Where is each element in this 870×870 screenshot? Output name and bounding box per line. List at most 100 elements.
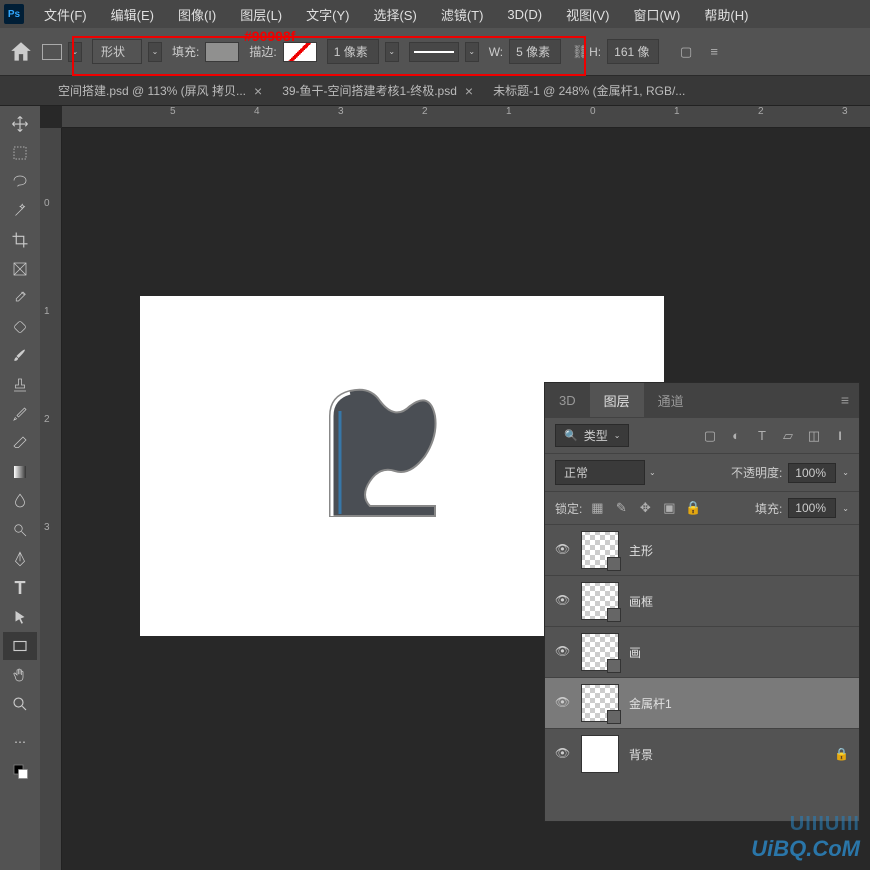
layer-filter-row: 🔍 类型 ⌄ ▢ ◐ T ▱ ◫ ⏽ bbox=[545, 417, 859, 453]
lock-paint-icon[interactable]: ✎ bbox=[612, 499, 630, 517]
zoom-tool[interactable] bbox=[3, 690, 37, 718]
layer-thumbnail[interactable] bbox=[581, 531, 619, 569]
doc-tab-2-label: 39-鱼干-空间搭建考核1-终极.psd bbox=[282, 82, 457, 99]
layer-name[interactable]: 画框 bbox=[629, 593, 653, 610]
ruler-vertical[interactable]: 0 1 2 3 bbox=[40, 128, 62, 870]
menu-edit[interactable]: 编辑(E) bbox=[99, 5, 166, 24]
hand-tool[interactable] bbox=[3, 661, 37, 689]
edit-toolbar[interactable]: ⋯ bbox=[3, 728, 37, 756]
layer-thumbnail[interactable] bbox=[581, 735, 619, 773]
lock-icon: 🔒 bbox=[834, 747, 849, 761]
blur-tool[interactable] bbox=[3, 487, 37, 515]
layer-name[interactable]: 背景 bbox=[629, 746, 653, 763]
visibility-icon[interactable]: 👁 bbox=[555, 746, 571, 762]
lock-artboard-icon[interactable]: ▣ bbox=[660, 499, 678, 517]
panel-menu-icon[interactable]: ≡ bbox=[841, 392, 849, 408]
annotation-label: #90908f bbox=[244, 28, 295, 44]
menu-3d[interactable]: 3D(D) bbox=[495, 7, 554, 22]
menu-type[interactable]: 文字(Y) bbox=[294, 5, 361, 24]
menu-image[interactable]: 图像(I) bbox=[166, 5, 228, 24]
type-tool[interactable]: T bbox=[3, 574, 37, 602]
visibility-icon[interactable]: 👁 bbox=[555, 542, 571, 558]
filter-shape-icon[interactable]: ▱ bbox=[779, 427, 797, 445]
layer-item-selected[interactable]: 👁 金属杆1 bbox=[545, 677, 859, 728]
frame-tool[interactable] bbox=[3, 255, 37, 283]
home-icon[interactable] bbox=[8, 39, 34, 65]
layer-name[interactable]: 画 bbox=[629, 644, 641, 661]
doc-tab-1[interactable]: 空间搭建.psd @ 113% (屏风 拷贝... × bbox=[48, 76, 272, 105]
doc-tab-2[interactable]: 39-鱼干-空间搭建考核1-终极.psd × bbox=[272, 76, 483, 105]
layer-name[interactable]: 金属杆1 bbox=[629, 695, 672, 712]
filter-type-icon[interactable]: T bbox=[753, 427, 771, 445]
shape-preview-icon[interactable] bbox=[42, 44, 62, 60]
doc-tab-3-label: 未标题-1 @ 248% (金属杆1, RGB/... bbox=[493, 82, 685, 99]
eyedropper-tool[interactable] bbox=[3, 284, 37, 312]
visibility-icon[interactable]: 👁 bbox=[555, 644, 571, 660]
annotation-box bbox=[72, 36, 586, 76]
lock-label: 锁定: bbox=[555, 500, 582, 517]
panel-tab-3d[interactable]: 3D bbox=[545, 383, 590, 417]
blend-mode-select[interactable]: 正常 bbox=[555, 460, 645, 485]
layers-panel: 3D 图层 通道 ≡ 🔍 类型 ⌄ ▢ ◐ T ▱ ◫ ⏽ 正常 ⌄ 不透明度:… bbox=[544, 382, 860, 822]
lock-row: 锁定: ▦ ✎ ✥ ▣ 🔒 填充: 100% ⌄ bbox=[545, 491, 859, 524]
canvas-shape[interactable] bbox=[310, 376, 460, 536]
fill-opacity-input[interactable]: 100% bbox=[788, 498, 836, 518]
marquee-tool[interactable] bbox=[3, 139, 37, 167]
menu-bar: Ps 文件(F) 编辑(E) 图像(I) 图层(L) 文字(Y) 选择(S) 滤… bbox=[0, 0, 870, 28]
layer-item[interactable]: 👁 主形 bbox=[545, 524, 859, 575]
opacity-input[interactable]: 100% bbox=[788, 463, 836, 483]
filter-adjust-icon[interactable]: ◐ bbox=[727, 427, 745, 445]
close-tab-icon[interactable]: × bbox=[254, 83, 262, 99]
visibility-icon[interactable]: 👁 bbox=[555, 593, 571, 609]
healing-tool[interactable] bbox=[3, 313, 37, 341]
panel-tab-channels[interactable]: 通道 bbox=[644, 383, 698, 417]
layer-thumbnail[interactable] bbox=[581, 582, 619, 620]
path-ops-icon[interactable]: ▢ bbox=[677, 43, 695, 61]
layer-name[interactable]: 主形 bbox=[629, 542, 653, 559]
menu-layer[interactable]: 图层(L) bbox=[228, 5, 294, 24]
lock-transparent-icon[interactable]: ▦ bbox=[588, 499, 606, 517]
dodge-tool[interactable] bbox=[3, 516, 37, 544]
move-tool[interactable] bbox=[3, 110, 37, 138]
filter-type-select[interactable]: 🔍 类型 ⌄ bbox=[555, 424, 629, 447]
gradient-tool[interactable] bbox=[3, 458, 37, 486]
brush-tool[interactable] bbox=[3, 342, 37, 370]
menu-view[interactable]: 视图(V) bbox=[554, 5, 621, 24]
crop-tool[interactable] bbox=[3, 226, 37, 254]
align-icon[interactable]: ≡ bbox=[705, 43, 723, 61]
eraser-tool[interactable] bbox=[3, 429, 37, 457]
layer-thumbnail[interactable] bbox=[581, 684, 619, 722]
lasso-tool[interactable] bbox=[3, 168, 37, 196]
lock-position-icon[interactable]: ✥ bbox=[636, 499, 654, 517]
layer-thumbnail[interactable] bbox=[581, 633, 619, 671]
magic-wand-tool[interactable] bbox=[3, 197, 37, 225]
layer-item[interactable]: 👁 背景 🔒 bbox=[545, 728, 859, 779]
lock-all-icon[interactable]: 🔒 bbox=[684, 499, 702, 517]
path-select-tool[interactable] bbox=[3, 603, 37, 631]
panel-tab-layers[interactable]: 图层 bbox=[590, 383, 644, 417]
color-swap-icon[interactable] bbox=[3, 757, 37, 785]
height-label: H: bbox=[589, 45, 601, 59]
document-tabs: 空间搭建.psd @ 113% (屏风 拷贝... × 39-鱼干-空间搭建考核… bbox=[0, 76, 870, 106]
menu-file[interactable]: 文件(F) bbox=[32, 5, 99, 24]
filter-pixel-icon[interactable]: ▢ bbox=[701, 427, 719, 445]
layer-item[interactable]: 👁 画框 bbox=[545, 575, 859, 626]
filter-smart-icon[interactable]: ◫ bbox=[805, 427, 823, 445]
menu-select[interactable]: 选择(S) bbox=[361, 5, 428, 24]
blend-row: 正常 ⌄ 不透明度: 100% ⌄ bbox=[545, 453, 859, 491]
height-input[interactable]: 161 像 bbox=[607, 39, 659, 64]
stamp-tool[interactable] bbox=[3, 371, 37, 399]
history-brush-tool[interactable] bbox=[3, 400, 37, 428]
panel-tabs: 3D 图层 通道 ≡ bbox=[545, 383, 859, 417]
pen-tool[interactable] bbox=[3, 545, 37, 573]
rectangle-tool[interactable] bbox=[3, 632, 37, 660]
menu-filter[interactable]: 滤镜(T) bbox=[429, 5, 496, 24]
doc-tab-3[interactable]: 未标题-1 @ 248% (金属杆1, RGB/... bbox=[483, 76, 695, 105]
visibility-icon[interactable]: 👁 bbox=[555, 695, 571, 711]
ruler-horizontal[interactable]: 5 4 3 2 1 0 1 2 3 bbox=[62, 106, 870, 128]
menu-help[interactable]: 帮助(H) bbox=[692, 5, 760, 24]
layer-item[interactable]: 👁 画 bbox=[545, 626, 859, 677]
close-tab-icon[interactable]: × bbox=[465, 83, 473, 99]
menu-window[interactable]: 窗口(W) bbox=[621, 5, 692, 24]
filter-toggle-icon[interactable]: ⏽ bbox=[831, 427, 849, 445]
